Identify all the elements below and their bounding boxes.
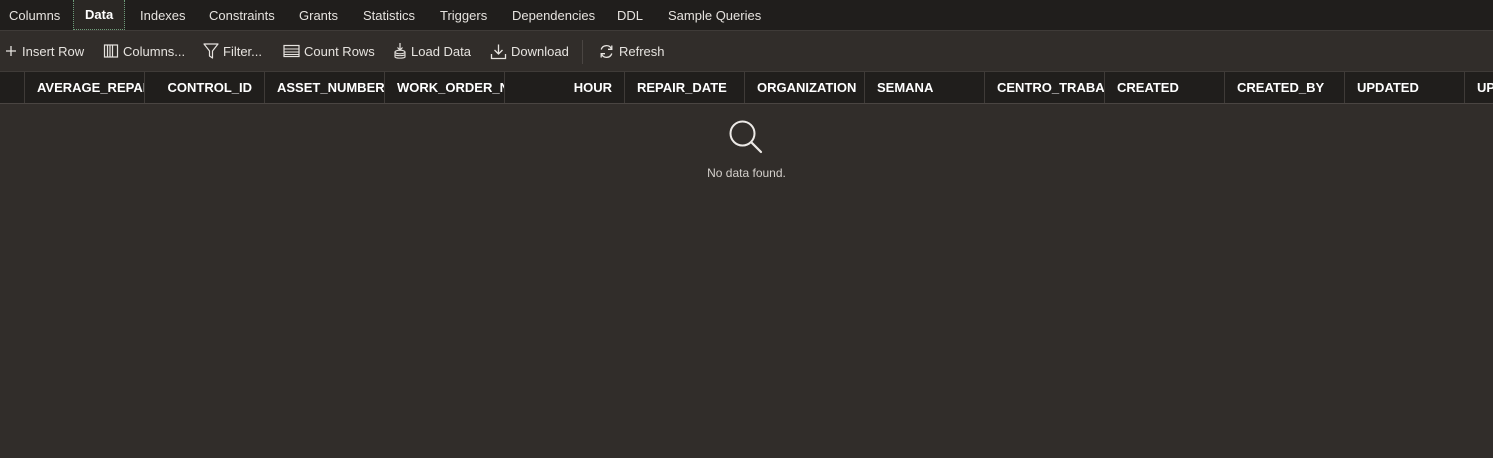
tab-data[interactable]: Data: [73, 0, 126, 30]
column-header-organization[interactable]: ORGANIZATION: [744, 72, 864, 103]
tab-grants[interactable]: Grants: [299, 0, 338, 30]
column-header-work-order-number[interactable]: WORK_ORDER_NU: [384, 72, 504, 103]
tab-columns[interactable]: Columns: [9, 0, 60, 30]
download-icon: [490, 44, 507, 59]
tab-ddl[interactable]: DDL: [617, 0, 643, 30]
filter-icon: [203, 43, 219, 59]
column-header-updated[interactable]: UPDATED: [1344, 72, 1464, 103]
filter-button[interactable]: Filter...: [203, 40, 262, 62]
data-toolbar: Insert Row Columns... Filter... Count Ro…: [0, 31, 1493, 71]
count-rows-button[interactable]: Count Rows: [283, 40, 375, 62]
tab-bar: Columns Data Indexes Constraints Grants …: [0, 0, 1493, 31]
grid-header: AVERAGE_REPAIR_ CONTROL_ID ASSET_NUMBER.…: [0, 71, 1493, 104]
plus-icon: [6, 46, 16, 56]
column-header-created-by[interactable]: CREATED_BY: [1224, 72, 1344, 103]
row-selector-header[interactable]: [0, 72, 24, 103]
refresh-label: Refresh: [619, 43, 665, 59]
insert-row-button[interactable]: Insert Row: [4, 40, 84, 62]
filter-label: Filter...: [223, 43, 263, 59]
columns-button[interactable]: Columns...: [103, 40, 185, 62]
columns-icon: [103, 44, 119, 58]
tab-constraints[interactable]: Constraints: [209, 0, 275, 30]
toolbar-divider: [582, 40, 583, 64]
column-header-repair-date[interactable]: REPAIR_DATE: [624, 72, 744, 103]
columns-label: Columns...: [123, 43, 186, 59]
column-header-asset-number[interactable]: ASSET_NUMBER...: [264, 72, 384, 103]
column-header-semana[interactable]: SEMANA: [864, 72, 984, 103]
column-header-centro-trabajo[interactable]: CENTRO_TRABAJO: [984, 72, 1104, 103]
column-header-control-id[interactable]: CONTROL_ID: [144, 72, 264, 103]
column-header-average-repair[interactable]: AVERAGE_REPAIR_: [24, 72, 144, 103]
refresh-button[interactable]: Refresh: [598, 40, 665, 62]
no-data-message: No data found.: [707, 166, 786, 180]
refresh-icon: [600, 44, 613, 58]
column-header-hour[interactable]: HOUR: [504, 72, 624, 103]
download-button[interactable]: Download: [490, 40, 569, 62]
tab-dependencies[interactable]: Dependencies: [512, 0, 595, 30]
load-data-icon: [394, 43, 406, 59]
load-data-button[interactable]: Load Data: [393, 40, 471, 62]
column-header-created[interactable]: CREATED: [1104, 72, 1224, 103]
tab-statistics[interactable]: Statistics: [363, 0, 415, 30]
insert-row-label: Insert Row: [22, 43, 85, 59]
tab-sample-queries[interactable]: Sample Queries: [668, 0, 761, 30]
download-label: Download: [511, 43, 569, 59]
count-rows-icon: [283, 44, 300, 58]
empty-state: No data found.: [0, 104, 1493, 458]
column-header-updated-by[interactable]: UP: [1464, 72, 1493, 103]
tab-indexes[interactable]: Indexes: [140, 0, 186, 30]
tab-triggers[interactable]: Triggers: [440, 0, 487, 30]
load-data-label: Load Data: [411, 43, 471, 59]
search-icon: [729, 120, 763, 154]
count-rows-label: Count Rows: [304, 43, 375, 59]
